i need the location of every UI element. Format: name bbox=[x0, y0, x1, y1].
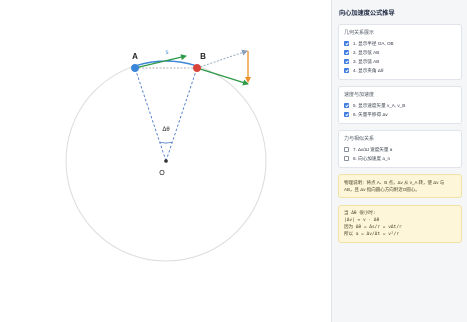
point-b[interactable] bbox=[193, 64, 201, 72]
point-o-label: O bbox=[159, 170, 165, 177]
section-title: 速度与加速度 bbox=[344, 92, 375, 98]
option-chord[interactable]: 2. 显示弦 AB bbox=[344, 48, 456, 57]
option-label: 6. 矢量平移得 Δv bbox=[353, 111, 388, 117]
checkbox[interactable] bbox=[344, 156, 349, 161]
option-arc[interactable]: 3. 显示弧 AB bbox=[344, 57, 456, 66]
option-centripetal[interactable]: 8. 向心加速度 a_n bbox=[344, 154, 456, 163]
physics-note: 物理说明：将点 A、B 点，Δv 从 v_A 转，使 Δv 与 AB，且 Δv … bbox=[338, 174, 462, 198]
option-label: 3. 显示弧 AB bbox=[353, 58, 380, 64]
option-radius[interactable]: 1. 显示半径 OA, OB bbox=[344, 39, 456, 48]
section-title: 力与相似关系 bbox=[344, 136, 375, 142]
section-velocity: 速度与加速度 5. 显示速度矢量 v_A, v_B 6. 矢量平移得 Δv bbox=[338, 86, 462, 124]
checkbox[interactable] bbox=[344, 68, 349, 73]
option-acceleration[interactable]: 7. Δv/Δt 速度矢量 a bbox=[344, 145, 456, 154]
point-a-label: A bbox=[132, 52, 138, 61]
option-label: 4. 显示夹角 Δθ bbox=[353, 67, 384, 73]
checkbox[interactable] bbox=[344, 112, 349, 117]
option-angle[interactable]: 4. 显示夹角 Δθ bbox=[344, 66, 456, 75]
diagram-canvas: Δθ s A B O bbox=[65, 49, 267, 262]
option-label: 2. 显示弦 AB bbox=[353, 49, 380, 55]
option-label: 7. Δv/Δt 速度矢量 a bbox=[353, 146, 393, 152]
angle-label: Δθ bbox=[162, 127, 170, 133]
section-geometry: 几何关系展示 1. 显示半径 OA, OB 2. 显示弦 AB 3. 显示弧 A… bbox=[338, 24, 462, 80]
formula-line: 因为 Δθ = Δs/r = vΔt/r bbox=[344, 225, 402, 230]
app-root: Δθ s A B O 向心加速度公式推导 几何关系展示 1. 显示半径 OA, … bbox=[0, 0, 467, 322]
checkbox[interactable] bbox=[344, 50, 349, 55]
radius-oa bbox=[134, 67, 167, 162]
checkbox[interactable] bbox=[344, 147, 349, 152]
option-label: 8. 向心加速度 a_n bbox=[353, 155, 391, 161]
section-force: 力与相似关系 7. Δv/Δt 速度矢量 a 8. 向心加速度 a_n bbox=[338, 130, 462, 168]
panel-title: 向心加速度公式推导 bbox=[339, 10, 395, 17]
velocity-b-arrow bbox=[196, 67, 249, 86]
point-b-label: B bbox=[200, 52, 206, 61]
checkbox[interactable] bbox=[344, 59, 349, 64]
point-o bbox=[164, 159, 168, 163]
option-label: 5. 显示速度矢量 v_A, v_B bbox=[353, 102, 406, 108]
arc-label: s bbox=[166, 50, 169, 56]
formula-line: |Δv| ≈ v · Δθ bbox=[344, 218, 380, 223]
angle-arc bbox=[159, 141, 173, 144]
checkbox[interactable] bbox=[344, 103, 349, 108]
point-a[interactable] bbox=[131, 64, 139, 72]
formula-box: 当 Δθ 很小时: |Δv| ≈ v · Δθ 因为 Δθ = Δs/r = v… bbox=[338, 205, 462, 243]
option-label: 1. 显示半径 OA, OB bbox=[353, 40, 394, 46]
formula-line: 当 Δθ 很小时: bbox=[344, 211, 376, 216]
radius-ob bbox=[165, 67, 198, 162]
section-title: 几何关系展示 bbox=[344, 30, 375, 36]
formula-line: 所以 a = Δv/Δt = v²/r bbox=[344, 232, 400, 237]
checkbox[interactable] bbox=[344, 41, 349, 46]
option-velocity-vectors[interactable]: 5. 显示速度矢量 v_A, v_B bbox=[344, 101, 456, 110]
option-delta-v[interactable]: 6. 矢量平移得 Δv bbox=[344, 110, 456, 119]
control-panel: 向心加速度公式推导 几何关系展示 1. 显示半径 OA, OB 2. 显示弦 A… bbox=[331, 0, 467, 322]
